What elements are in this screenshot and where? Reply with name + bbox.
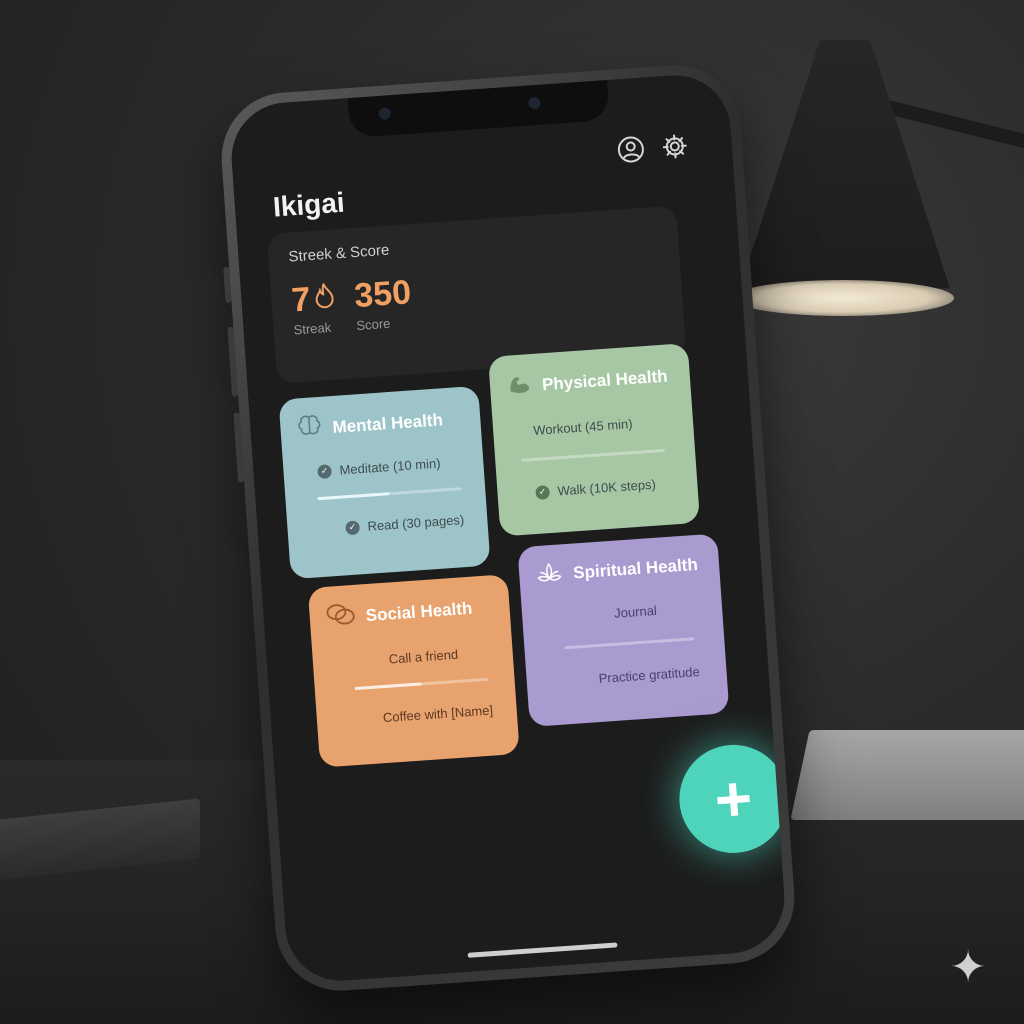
check-icon: ✓: [535, 484, 551, 500]
score-label: Score: [355, 315, 391, 334]
lamp-light: [732, 280, 954, 316]
notch: [347, 80, 610, 139]
progress-bar: [521, 448, 666, 462]
card-spiritual-health[interactable]: Spiritual Health Journal Practice gratit…: [517, 533, 730, 727]
task-label: Meditate (10 min): [339, 455, 441, 478]
camera-icon: [378, 107, 392, 120]
sensor-icon: [528, 96, 541, 110]
streak-stat: 7 Streak: [290, 279, 337, 338]
task-item[interactable]: ✓ Read (30 pages): [345, 512, 472, 536]
header-actions: [615, 130, 691, 165]
score-stat: 350 Score: [353, 273, 414, 333]
progress-fill: [354, 682, 422, 691]
task-item[interactable]: Practice gratitude: [598, 663, 711, 686]
task-label: Practice gratitude: [598, 663, 701, 687]
card-social-health[interactable]: Social Health Call a friend Coffee with …: [307, 574, 520, 768]
streak-label: Streak: [293, 319, 332, 338]
progress-bar: [317, 487, 462, 501]
task-label: Coffee with [Name]: [382, 702, 494, 726]
progress-fill: [317, 492, 390, 501]
desk-lamp: [740, 40, 950, 289]
progress-bar: [354, 677, 489, 691]
card-title: Social Health: [365, 598, 473, 625]
task-item[interactable]: ✓ Meditate (10 min): [317, 454, 468, 479]
app-screen: Ikigai Streek & Score 7 Streak 350 Score: [227, 71, 789, 985]
task-item[interactable]: ✓ Walk (10K steps): [535, 475, 682, 500]
task-item[interactable]: Workout (45 min): [533, 413, 678, 438]
task-item[interactable]: Journal: [613, 599, 707, 621]
profile-icon[interactable]: [615, 133, 647, 165]
check-icon: ✓: [345, 519, 361, 535]
sparkle-icon: ✦: [949, 943, 987, 992]
book: [790, 730, 1024, 820]
streak-value: 7: [290, 280, 312, 320]
home-indicator[interactable]: [467, 942, 618, 958]
mute-switch: [223, 266, 232, 304]
card-mental-health[interactable]: Mental Health ✓ Meditate (10 min) ✓ Read…: [278, 385, 491, 580]
app-title: Ikigai: [271, 186, 346, 223]
card-title: Spiritual Health: [572, 554, 699, 583]
plus-icon: +: [712, 761, 755, 837]
volume-up-button: [227, 326, 239, 397]
card-physical-health[interactable]: Physical Health Workout (45 min) ✓ Walk …: [488, 343, 701, 537]
task-item[interactable]: Coffee with [Name]: [382, 702, 501, 726]
task-label: Read (30 pages): [367, 512, 465, 534]
task-label: Call a friend: [388, 646, 459, 667]
task-label: Workout (45 min): [532, 416, 634, 438]
lotus-icon: [534, 560, 564, 589]
chat-bubbles-icon: [325, 601, 357, 634]
task-label: Journal: [613, 602, 658, 621]
task-item[interactable]: Call a friend: [388, 644, 497, 667]
card-title: Mental Health: [331, 409, 444, 437]
muscle-icon: [505, 370, 533, 403]
smartphone: Ikigai Streek & Score 7 Streak 350 Score: [217, 60, 799, 996]
progress-bar: [564, 637, 695, 650]
card-title: Physical Health: [541, 366, 669, 394]
add-button[interactable]: +: [675, 741, 789, 857]
settings-icon[interactable]: [659, 130, 691, 162]
volume-down-button: [233, 412, 245, 483]
check-icon: ✓: [317, 463, 333, 479]
score-value: 350: [353, 273, 413, 316]
brain-icon: [296, 413, 324, 446]
flame-icon: [313, 279, 336, 319]
task-label: Walk (10K steps): [557, 476, 657, 499]
